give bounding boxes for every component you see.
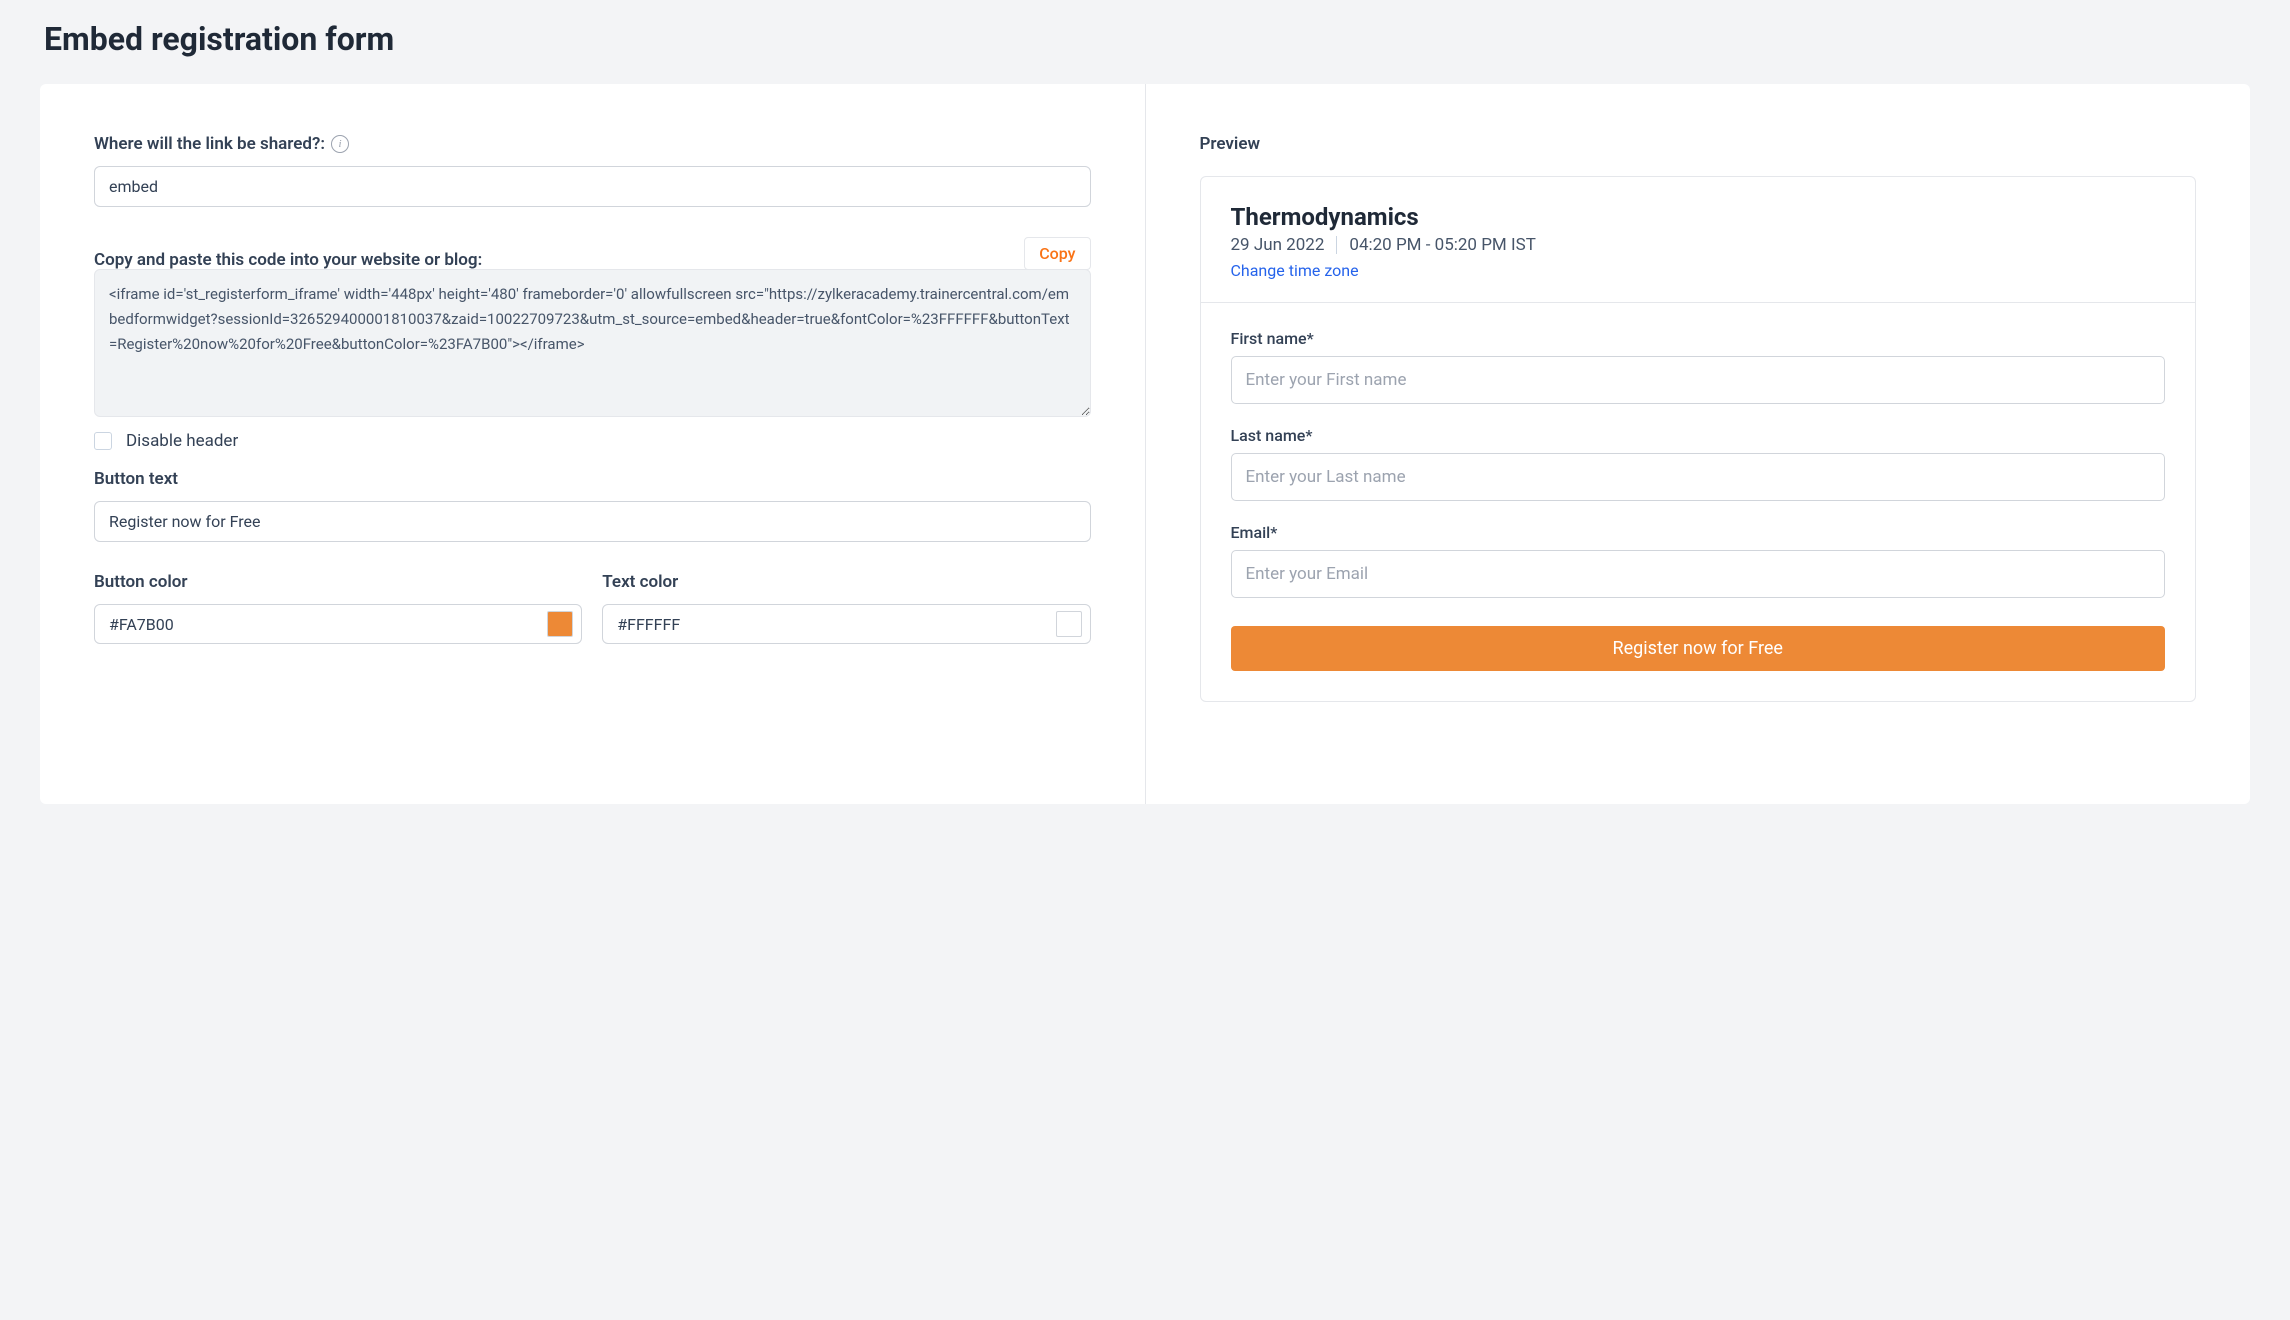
button-color-label: Button color: [94, 572, 582, 592]
first-name-input[interactable]: [1231, 356, 2166, 404]
info-icon[interactable]: i: [331, 135, 349, 153]
first-name-label: First name*: [1231, 329, 2166, 348]
last-name-input[interactable]: [1231, 453, 2166, 501]
email-label: Email*: [1231, 523, 2166, 542]
text-color-label: Text color: [602, 572, 1090, 592]
page-title: Embed registration form: [44, 20, 2250, 58]
preview-header: Thermodynamics 29 Jun 2022 04:20 PM - 05…: [1201, 177, 2196, 303]
preview-course-title: Thermodynamics: [1231, 203, 2166, 231]
preview-column: Preview Thermodynamics 29 Jun 2022 04:20…: [1146, 84, 2251, 804]
share-input[interactable]: [94, 166, 1091, 207]
code-label: Copy and paste this code into your websi…: [94, 250, 482, 270]
text-color-value: #FFFFFF: [617, 615, 680, 634]
preview-date: 29 Jun 2022: [1231, 235, 1325, 255]
last-name-label: Last name*: [1231, 426, 2166, 445]
settings-column: Where will the link be shared?: i Copy a…: [40, 84, 1146, 804]
embed-code-box[interactable]: <iframe id='st_registerform_iframe' widt…: [94, 269, 1091, 417]
button-text-label: Button text: [94, 469, 1091, 489]
share-label: Where will the link be shared?:: [94, 134, 325, 154]
text-color-input[interactable]: #FFFFFF: [602, 604, 1090, 644]
button-color-swatch[interactable]: [547, 611, 573, 637]
email-input[interactable]: [1231, 550, 2166, 598]
button-color-value: #FA7B00: [109, 615, 174, 634]
disable-header-label: Disable header: [126, 431, 238, 451]
preview-time: 04:20 PM - 05:20 PM IST: [1349, 235, 1535, 255]
preview-heading: Preview: [1200, 134, 2197, 154]
embed-card: Where will the link be shared?: i Copy a…: [40, 84, 2250, 804]
copy-button[interactable]: Copy: [1024, 237, 1090, 270]
text-color-swatch[interactable]: [1056, 611, 1082, 637]
change-timezone-link[interactable]: Change time zone: [1231, 261, 1359, 280]
meta-separator: [1336, 236, 1337, 254]
disable-header-checkbox[interactable]: [94, 432, 112, 450]
preview-frame: Thermodynamics 29 Jun 2022 04:20 PM - 05…: [1200, 176, 2197, 702]
button-color-input[interactable]: #FA7B00: [94, 604, 582, 644]
register-button[interactable]: Register now for Free: [1231, 626, 2166, 671]
button-text-input[interactable]: [94, 501, 1091, 542]
preview-body: First name* Last name* Email* Register n…: [1201, 303, 2196, 701]
